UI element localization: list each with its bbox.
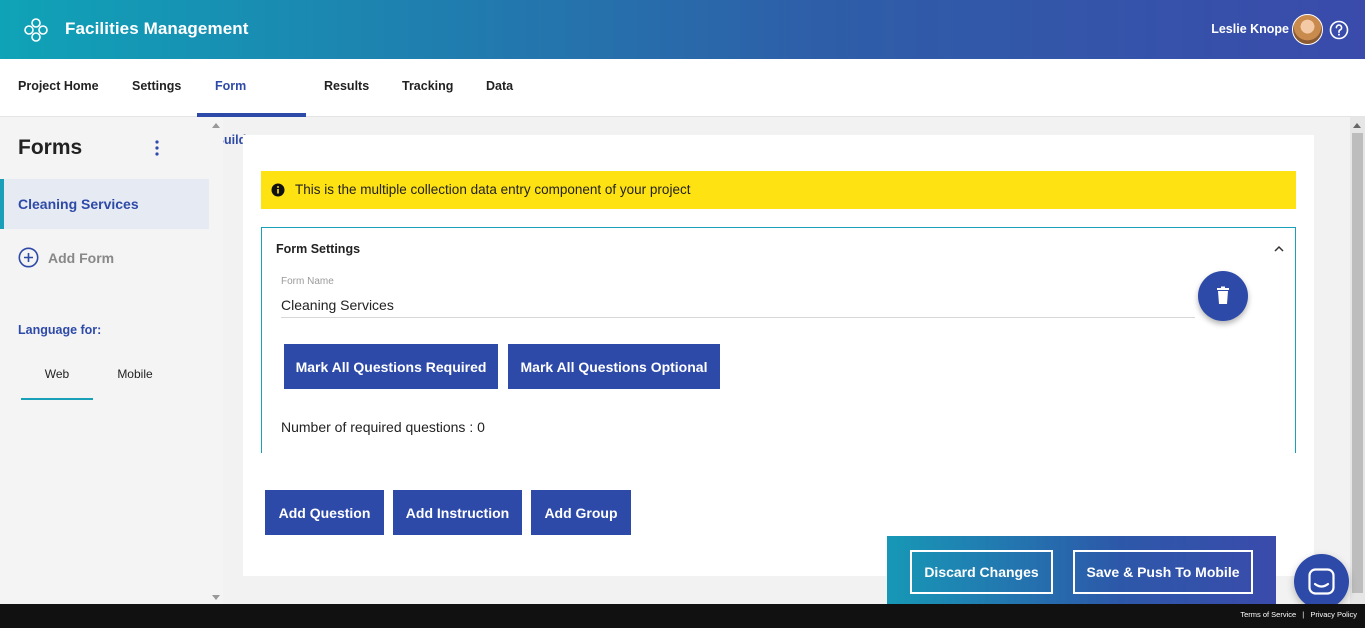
form-settings-section: Form Settings Form Name Mark All Questio… — [261, 227, 1296, 453]
tab-data[interactable]: Data — [468, 59, 531, 117]
page-footer: Terms of Service | Privacy Policy — [0, 604, 1365, 628]
form-name-input[interactable] — [281, 292, 1195, 318]
more-options-icon[interactable] — [150, 139, 164, 157]
sidebar-title: Forms — [18, 136, 83, 159]
privacy-link[interactable]: Privacy Policy — [1310, 610, 1357, 619]
info-banner-text: This is the multiple collection data ent… — [295, 182, 691, 197]
page-scroll-thumb[interactable] — [1352, 133, 1363, 593]
language-tab-mobile[interactable]: Mobile — [99, 357, 171, 400]
user-name[interactable]: Leslie Knope — [1211, 22, 1289, 36]
app-logo-icon — [24, 18, 48, 42]
app-title: Facilities Management — [65, 19, 249, 38]
tab-results[interactable]: Results — [306, 59, 387, 117]
trash-icon — [1217, 286, 1229, 304]
add-question-button[interactable]: Add Question — [265, 490, 384, 535]
info-banner: This is the multiple collection data ent… — [261, 171, 1296, 209]
sidebar-scrollbar[interactable] — [209, 117, 223, 604]
avatar[interactable] — [1292, 14, 1323, 45]
chat-icon — [1308, 568, 1335, 595]
add-form-label: Add Form — [48, 250, 115, 266]
mark-all-required-button[interactable]: Mark All Questions Required — [284, 344, 498, 389]
scroll-down-arrow-icon[interactable] — [212, 595, 220, 600]
language-label: Language for: — [18, 323, 102, 337]
add-instruction-button[interactable]: Add Instruction — [393, 490, 522, 535]
page-scrollbar[interactable] — [1350, 117, 1365, 604]
forms-sidebar: Forms Cleaning Services Add Form Languag… — [0, 117, 209, 604]
help-icon[interactable] — [1329, 20, 1349, 40]
language-tab-web[interactable]: Web — [21, 357, 93, 400]
chat-launcher-button[interactable] — [1294, 554, 1349, 609]
save-action-bar: Discard Changes Save & Push To Mobile — [887, 536, 1276, 604]
delete-form-button[interactable] — [1198, 271, 1248, 321]
tab-tracking[interactable]: Tracking — [384, 59, 471, 117]
app-header: Facilities Management Leslie Knope — [0, 0, 1365, 59]
tab-form-builder[interactable]: Form Builder — [197, 59, 306, 147]
add-group-button[interactable]: Add Group — [531, 490, 631, 535]
info-icon — [271, 183, 285, 197]
scroll-up-arrow-icon[interactable] — [212, 123, 220, 128]
terms-link[interactable]: Terms of Service — [1240, 610, 1296, 619]
required-questions-count: Number of required questions : 0 — [281, 419, 485, 435]
discard-changes-button[interactable]: Discard Changes — [910, 550, 1053, 594]
add-circle-icon — [18, 247, 39, 268]
tab-settings[interactable]: Settings — [114, 59, 199, 117]
save-push-mobile-button[interactable]: Save & Push To Mobile — [1073, 550, 1253, 594]
footer-divider: | — [1302, 610, 1305, 619]
page-scroll-up-icon[interactable] — [1353, 123, 1361, 128]
form-name-label: Form Name — [281, 276, 334, 287]
form-builder-panel: This is the multiple collection data ent… — [243, 135, 1314, 576]
chevron-up-icon[interactable] — [1273, 244, 1285, 254]
main-nav: Project Home Settings Form Builder Resul… — [0, 59, 1365, 147]
sidebar-item-cleaning-services[interactable]: Cleaning Services — [0, 179, 209, 229]
form-settings-title: Form Settings — [276, 242, 361, 256]
sidebar-item-label: Cleaning Services — [18, 196, 139, 212]
tab-project-home[interactable]: Project Home — [0, 59, 117, 117]
mark-all-optional-button[interactable]: Mark All Questions Optional — [508, 344, 720, 389]
